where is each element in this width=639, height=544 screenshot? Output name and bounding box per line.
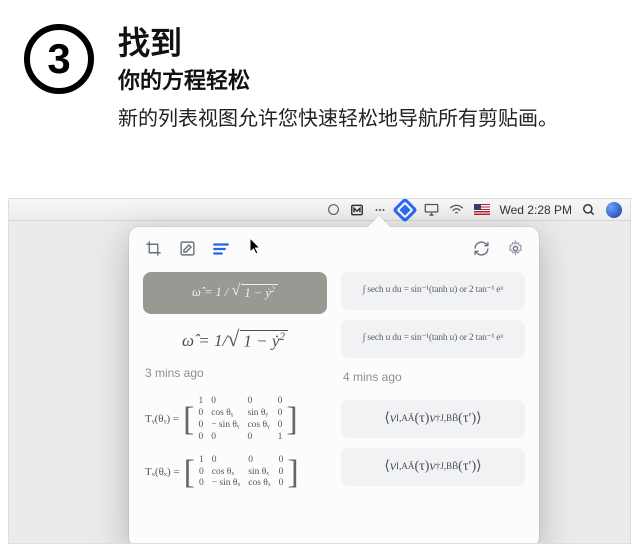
step-header: 3 找到 你的方程轻松 新的列表视图允许您快速轻松地导航所有剪贴画。: [0, 0, 639, 134]
crop-icon[interactable]: [143, 239, 163, 259]
clip-thumbnail[interactable]: ω̂ = 1 / √1 − ẏ2: [143, 272, 327, 314]
flag-icon[interactable]: [474, 199, 490, 220]
list-icon[interactable]: [211, 239, 231, 259]
clip-integral-2[interactable]: ∫ sech u du = sin⁻¹(tanh u) or 2 tan⁻¹ e…: [341, 320, 525, 358]
clip-braket-2[interactable]: ⟨vI,AĀ(τ)v†J,BB̄(τ′)⟩: [341, 448, 525, 486]
edit-icon[interactable]: [177, 239, 197, 259]
gear-icon[interactable]: [505, 239, 525, 259]
clip-braket-1[interactable]: ⟨vI,AĀ(τ)v†J,BB̄(τ′)⟩: [341, 400, 525, 438]
mathpix-app-icon[interactable]: [396, 199, 414, 220]
step-number: 3: [47, 35, 70, 83]
step-subtitle: 你的方程轻松: [118, 63, 615, 95]
wifi-icon[interactable]: [449, 199, 464, 220]
macos-menubar: Wed 2:28 PM: [9, 199, 630, 221]
step-description: 新的列表视图允许您快速轻松地导航所有剪贴画。: [118, 105, 615, 134]
clip-matrix-2[interactable]: Tₓ(θₓ) = [ 10000cos θₓsin θₓ00− sin θₓco…: [143, 454, 327, 492]
clip-timestamp: 3 mins ago: [143, 364, 327, 386]
clip-integral-1[interactable]: ∫ sech u du = sin⁻¹(tanh u) or 2 tan⁻¹ e…: [341, 272, 525, 310]
history-popover: ω̂ = 1 / √1 − ẏ2 ω̂ = 1/ √1 − ẏ2 3 mins …: [129, 227, 539, 544]
mic-icon[interactable]: [327, 199, 340, 220]
popover-body: ω̂ = 1 / √1 − ẏ2 ω̂ = 1/ √1 − ẏ2 3 mins …: [129, 268, 539, 544]
menubar-clock[interactable]: Wed 2:28 PM: [500, 199, 572, 220]
clip-matrix-1[interactable]: Tᵧ(θᵧ) = [ 10000cos θᵧsin θᵧ00− sin θᵧco…: [143, 396, 327, 444]
clip-timestamp: 4 mins ago: [341, 368, 525, 390]
screenshot-area: Wed 2:28 PM: [8, 198, 631, 544]
step-title: 找到: [118, 26, 615, 61]
user-menu-icon[interactable]: [606, 199, 622, 220]
cursor-icon: [249, 237, 263, 260]
step-number-badge: 3: [24, 24, 94, 94]
airplay-icon[interactable]: [424, 199, 439, 220]
refresh-icon[interactable]: [471, 239, 491, 259]
left-column: ω̂ = 1 / √1 − ẏ2 ω̂ = 1/ √1 − ẏ2 3 mins …: [143, 272, 327, 544]
step-text: 找到 你的方程轻松 新的列表视图允许您快速轻松地导航所有剪贴画。: [118, 24, 615, 134]
popover-toolbar: [129, 227, 539, 268]
app-m-icon[interactable]: [350, 199, 364, 220]
right-column: ∫ sech u du = sin⁻¹(tanh u) or 2 tan⁻¹ e…: [341, 272, 525, 544]
spotlight-icon[interactable]: [582, 199, 596, 220]
clip-equation[interactable]: ω̂ = 1/ √1 − ẏ2: [143, 324, 327, 354]
